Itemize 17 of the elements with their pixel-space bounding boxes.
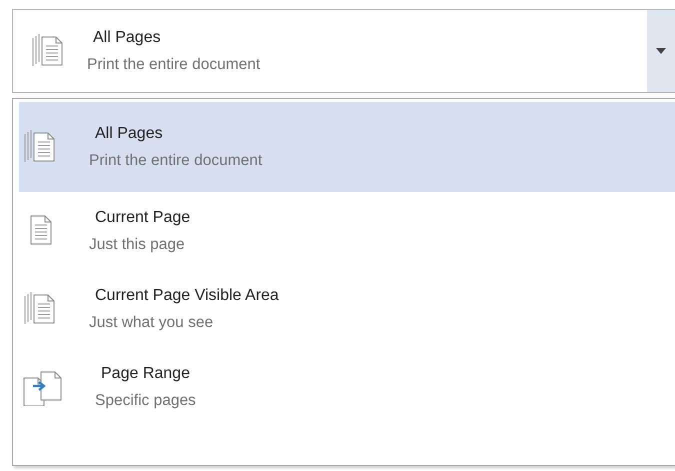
dropdown-arrow-button[interactable]	[647, 10, 675, 92]
selected-option-description: Print the entire document	[87, 56, 262, 74]
menu-option[interactable]: All Pages Print the entire document	[19, 102, 675, 192]
option-title: Page Range	[101, 364, 191, 382]
menu-option[interactable]: Current Page Visible Area Just what you see	[19, 270, 675, 348]
option-description: Specific pages	[95, 392, 197, 410]
option-title: All Pages	[95, 124, 164, 142]
menu-option[interactable]: Current Page Just this page	[19, 192, 675, 270]
menu-option[interactable]: Page Range Specific pages	[19, 348, 675, 426]
option-description: Just this page	[89, 236, 186, 254]
option-description: Just what you see	[89, 314, 214, 332]
option-title: Current Page Visible Area	[95, 286, 280, 304]
option-description: Print the entire document	[89, 152, 264, 170]
selected-option-title: All Pages	[93, 28, 162, 46]
caret-icon	[656, 48, 666, 54]
print-range-dropdown[interactable]: All Pages Print the entire document	[12, 9, 675, 93]
option-title: Current Page	[95, 208, 192, 226]
